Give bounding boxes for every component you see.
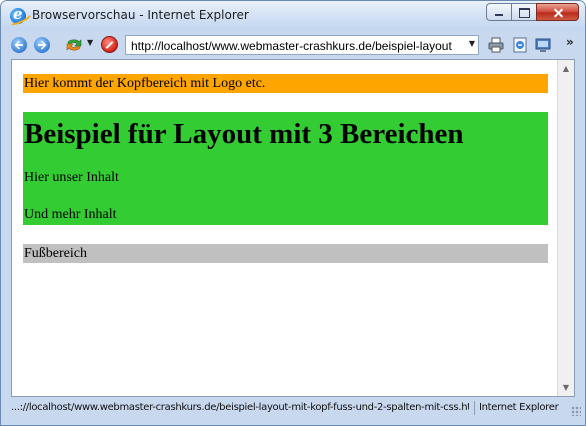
back-arrow-icon[interactable] [11, 37, 27, 53]
window-controls [486, 3, 579, 21]
browser-window: Browservorschau - Internet Explorer ▼ ht… [0, 0, 586, 426]
content-paragraph: Hier unser Inhalt [24, 170, 119, 185]
window-title: Browservorschau - Internet Explorer [32, 8, 249, 22]
content-heading: Beispiel für Layout mit 3 Bereichen [24, 118, 464, 150]
vertical-scrollbar[interactable]: ▲ ▼ [557, 60, 574, 396]
status-separator [474, 401, 475, 415]
forward-arrow-icon[interactable] [34, 37, 50, 53]
address-input[interactable]: http://localhost/www.webmaster-crashkurs… [131, 39, 461, 53]
navigation-bar: ▼ http://localhost/www.webmaster-crashku… [1, 31, 585, 59]
address-bar[interactable]: http://localhost/www.webmaster-crashkurs… [125, 35, 479, 55]
address-dropdown-icon[interactable]: ▼ [469, 39, 475, 48]
page-content: Beispiel für Layout mit 3 Bereichen Hier… [23, 112, 548, 225]
maximize-button[interactable] [511, 3, 536, 21]
tools-icon[interactable] [534, 36, 552, 54]
resize-grip-icon[interactable] [571, 406, 581, 416]
page-header: Hier kommt der Kopfbereich mit Logo etc. [23, 74, 548, 93]
page-footer: Fußbereich [23, 244, 548, 263]
title-bar[interactable]: Browservorschau - Internet Explorer [1, 1, 585, 31]
refresh-icon[interactable] [65, 36, 83, 54]
page-icon[interactable] [511, 36, 529, 54]
more-tools-chevron-icon[interactable]: » [566, 35, 574, 49]
scroll-down-icon[interactable]: ▼ [558, 379, 574, 396]
internet-explorer-icon [10, 5, 26, 24]
refresh-dropdown-icon[interactable]: ▼ [87, 38, 93, 47]
web-page: Hier kommt der Kopfbereich mit Logo etc.… [12, 60, 558, 396]
status-zone: Internet Explorer [479, 402, 559, 413]
scroll-up-icon[interactable]: ▲ [558, 60, 574, 77]
stop-icon[interactable] [101, 36, 118, 53]
status-bar: ...://localhost/www.webmaster-crashkurs.… [1, 398, 585, 425]
print-icon[interactable] [487, 36, 505, 54]
minimize-button[interactable] [486, 3, 511, 21]
content-paragraph: Und mehr Inhalt [24, 207, 117, 222]
page-viewport: Hier kommt der Kopfbereich mit Logo etc.… [11, 59, 575, 397]
close-button[interactable] [536, 3, 579, 21]
status-url: ...://localhost/www.webmaster-crashkurs.… [11, 402, 469, 413]
